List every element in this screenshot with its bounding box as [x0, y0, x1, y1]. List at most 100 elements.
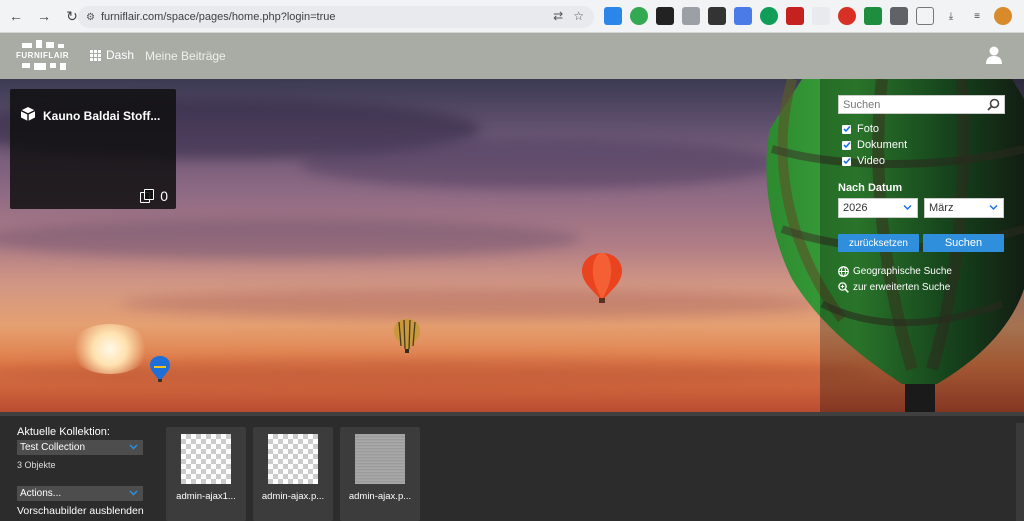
download-icon[interactable]: ⤓	[942, 7, 960, 25]
nav-meine-beitraege[interactable]: Meine Beiträge	[145, 49, 226, 63]
blue-balloon-image	[150, 356, 170, 382]
logo-block	[58, 44, 64, 48]
hero-image: Kauno Baldai Stoff... 0 Foto Dokument	[0, 79, 1024, 412]
hide-previews-link[interactable]: Vorschaubilder ausblenden	[17, 505, 144, 517]
extension-icon[interactable]	[890, 7, 908, 25]
thumbnail-image	[181, 434, 231, 484]
date-filter-heading: Nach Datum	[838, 182, 903, 194]
extension-icon[interactable]	[786, 7, 804, 25]
logo-block	[46, 42, 54, 48]
month-select[interactable]: März	[924, 198, 1004, 218]
nav-dash[interactable]: Dash	[90, 48, 134, 62]
browser-chrome: ← → ↻ ⚙ furniflair.com/space/pages/home.…	[0, 0, 1024, 33]
search-panel: Foto Dokument Video Nach Datum 2026 März…	[828, 87, 1012, 412]
furniflair-logo[interactable]: FURNIFLAIR	[16, 40, 70, 72]
extensions-bar: ⤓ ≡ ⋮	[604, 7, 1024, 25]
app-header: FURNIFLAIR Dash Meine Beiträge	[0, 33, 1024, 79]
collection-bar: Aktuelle Kollektion: Test Collection 3 O…	[0, 412, 1024, 521]
profile-avatar[interactable]	[994, 7, 1012, 25]
address-bar[interactable]: ⚙ furniflair.com/space/pages/home.php?lo…	[78, 6, 594, 28]
extension-icon[interactable]	[656, 7, 674, 25]
advanced-search-label: zur erweiterten Suche	[853, 282, 951, 293]
actions-select[interactable]: Actions...	[17, 486, 143, 501]
current-collection-label: Aktuelle Kollektion:	[17, 426, 110, 438]
filter-foto-label: Foto	[857, 123, 880, 135]
logo-block	[22, 63, 30, 68]
reading-list-icon[interactable]: ≡	[968, 7, 986, 25]
object-count: 3 Objekte	[17, 460, 56, 470]
thumbnail-image	[355, 434, 405, 484]
camera-icon[interactable]	[682, 7, 700, 25]
sun-glow	[70, 324, 150, 374]
logo-text: FURNIFLAIR	[16, 51, 69, 60]
zoom-in-icon	[838, 282, 849, 293]
actions-select-value: Actions...	[20, 488, 62, 499]
collection-select-value: Test Collection	[20, 442, 86, 453]
yellow-balloon-image	[394, 319, 420, 353]
bookmark-star-icon[interactable]: ☆	[573, 9, 584, 23]
checkbox-video[interactable]	[842, 156, 851, 166]
year-select[interactable]: 2026	[838, 198, 918, 218]
logo-block	[22, 43, 32, 48]
search-icon[interactable]	[987, 98, 1000, 111]
advanced-search-link[interactable]: zur erweiterten Suche	[838, 282, 950, 293]
forward-icon[interactable]: →	[32, 4, 56, 28]
logo-block	[60, 63, 66, 70]
filter-video[interactable]: Video	[842, 155, 885, 167]
search-button[interactable]: Suchen	[923, 234, 1004, 252]
extension-icon[interactable]	[630, 7, 648, 25]
collection-select[interactable]: Test Collection	[17, 440, 143, 455]
filter-dokument[interactable]: Dokument	[842, 139, 907, 151]
back-icon[interactable]: ←	[4, 4, 28, 28]
user-icon[interactable]	[986, 45, 1002, 65]
search-box	[838, 95, 1005, 114]
search-input[interactable]	[839, 96, 979, 113]
filter-video-label: Video	[857, 155, 885, 167]
collection-thumbnail[interactable]: admin-ajax.p...	[253, 427, 333, 521]
geographic-search-link[interactable]: Geographische Suche	[838, 266, 952, 277]
extension-icon[interactable]	[734, 7, 752, 25]
checkbox-foto[interactable]	[842, 124, 851, 134]
collection-count-value: 0	[160, 188, 168, 204]
collection-title: Kauno Baldai Stoff...	[43, 109, 161, 123]
chevron-down-icon	[129, 490, 138, 496]
extension-icon[interactable]	[864, 7, 882, 25]
collection-thumbnail[interactable]: admin-ajax.p...	[340, 427, 420, 521]
site-settings-icon[interactable]: ⚙	[86, 12, 95, 23]
puzzle-icon[interactable]	[916, 7, 934, 25]
checkbox-dokument[interactable]	[842, 140, 851, 150]
chevron-down-icon	[129, 444, 138, 450]
scrollbar[interactable]	[1016, 423, 1024, 521]
filter-foto[interactable]: Foto	[842, 123, 879, 135]
logo-block	[36, 40, 42, 48]
grid-icon	[90, 49, 101, 61]
thumbnail-caption: admin-ajax.p...	[348, 491, 412, 502]
menu-icon[interactable]: ⋮	[1020, 7, 1024, 25]
thumbnail-caption: admin-ajax1...	[176, 491, 236, 502]
extension-icon[interactable]	[760, 7, 778, 25]
logo-block	[34, 63, 46, 70]
collection-thumbnail[interactable]: admin-ajax1...	[166, 427, 246, 521]
cube-icon	[20, 107, 36, 121]
year-select-value: 2026	[843, 202, 868, 214]
extension-icon[interactable]	[812, 7, 830, 25]
extension-icon[interactable]	[838, 7, 856, 25]
filter-dokument-label: Dokument	[857, 139, 908, 151]
chevron-down-icon	[903, 204, 912, 211]
geographic-search-label: Geographische Suche	[853, 266, 952, 277]
url-text[interactable]: furniflair.com/space/pages/home.php?logi…	[101, 11, 336, 23]
globe-icon	[838, 266, 849, 277]
thumbnail-caption: admin-ajax.p...	[261, 491, 325, 502]
red-balloon-image	[582, 253, 622, 303]
chevron-down-icon	[989, 204, 998, 211]
translate-icon[interactable]: ⇄	[553, 9, 563, 23]
thumbnail-image	[268, 434, 318, 484]
reset-button[interactable]: zurücksetzen	[838, 234, 919, 252]
nav-dash-label: Dash	[106, 48, 135, 62]
logo-block	[50, 63, 56, 68]
collection-item-count: 0	[140, 188, 168, 204]
copy-icon	[140, 189, 155, 203]
featured-collection-card[interactable]: Kauno Baldai Stoff... 0	[10, 89, 176, 209]
extension-icon[interactable]	[604, 7, 622, 25]
eyedropper-icon[interactable]	[708, 7, 726, 25]
